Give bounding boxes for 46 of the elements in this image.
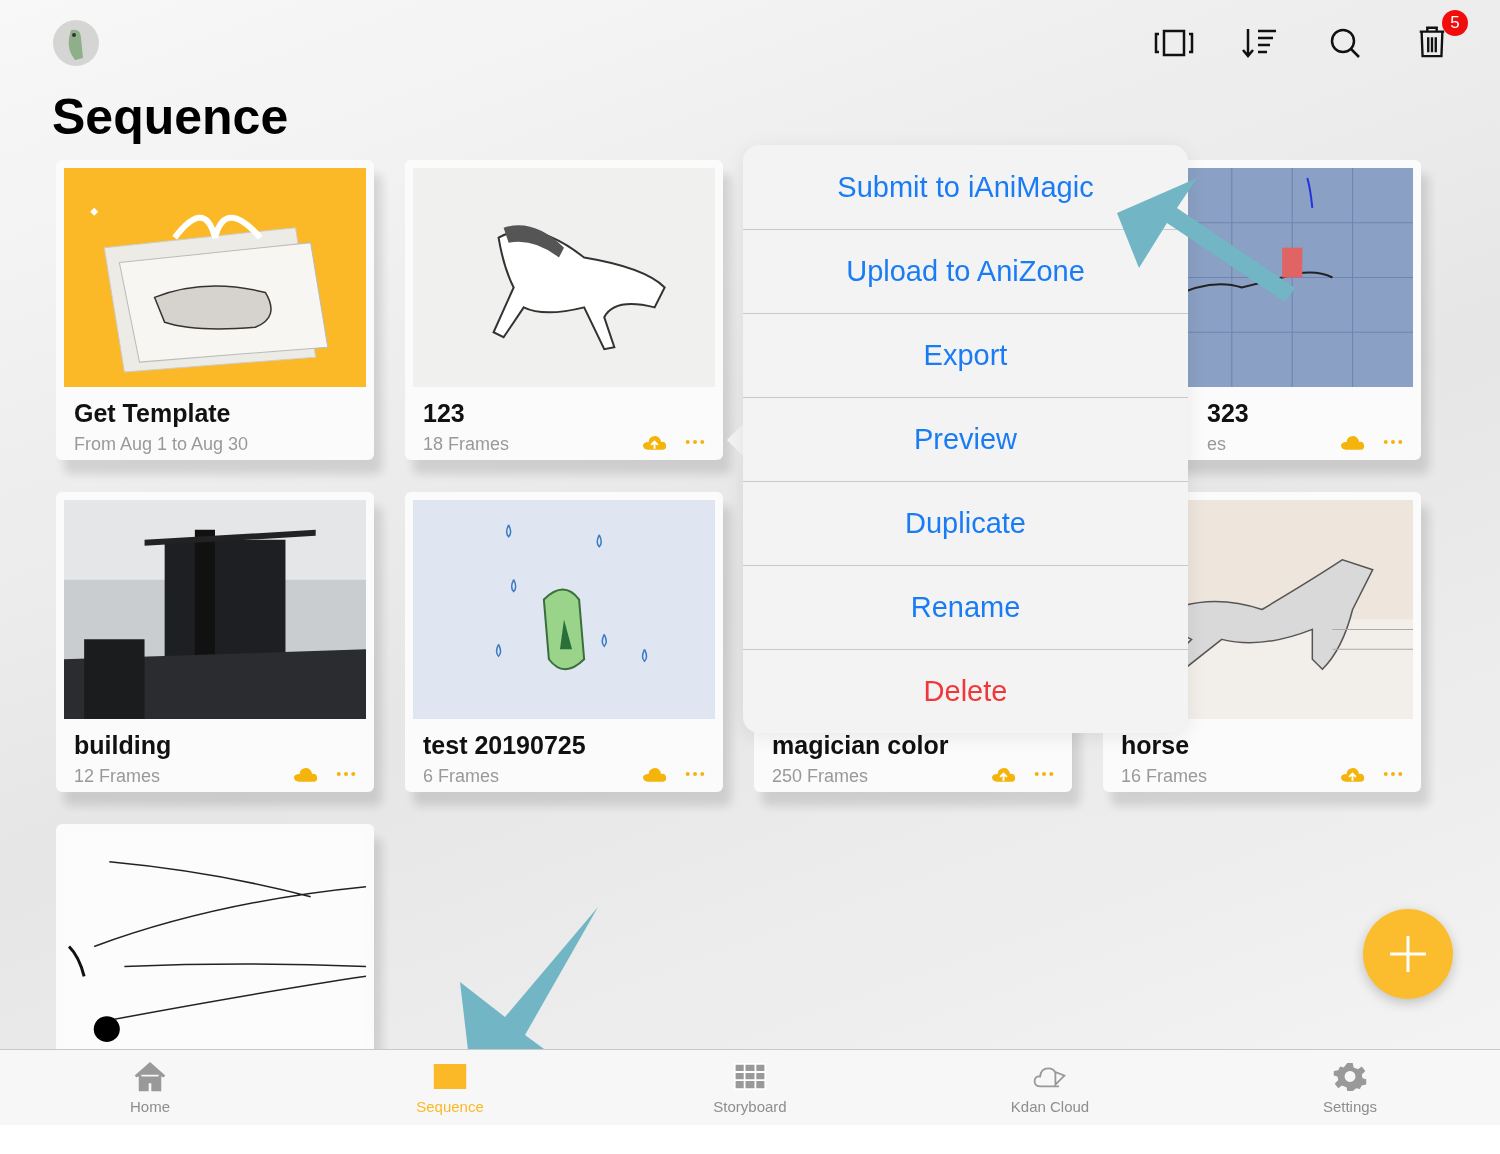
sequence-card[interactable]: building 12 Frames [56,492,374,792]
card-subtitle: 250 Frames [772,766,870,787]
menu-item[interactable]: Delete [743,649,1188,733]
card-title: 323 [1207,399,1250,428]
card-subtitle: 6 Frames [423,766,501,787]
card-subtitle: 16 Frames [1121,766,1209,787]
card-subtitle: From Aug 1 to Aug 30 [74,434,250,455]
add-button[interactable] [1362,908,1454,1000]
page-title: Sequence [52,88,290,147]
more-icon[interactable] [685,439,705,445]
menu-item[interactable]: Preview [743,397,1188,481]
card-title: magician color [772,731,950,760]
tab-item[interactable]: Settings [1200,1050,1500,1125]
card-subtitle: 18 Frames [423,434,511,455]
cloud-upload-icon[interactable] [1340,765,1365,783]
cloud-icon[interactable] [642,765,667,783]
sequence-card[interactable]: 123 18 Frames [405,160,723,460]
avatar-icon[interactable] [53,20,99,66]
more-icon[interactable] [1034,771,1054,777]
card-title: test 20190725 [423,731,587,760]
more-icon[interactable] [336,771,356,777]
card-title: 123 [423,399,466,428]
more-icon[interactable] [1383,439,1403,445]
card-subtitle: 12 Frames [74,766,162,787]
card-subtitle: es [1207,434,1227,455]
menu-item[interactable]: Duplicate [743,481,1188,565]
sequence-card[interactable]: Get Template From Aug 1 to Aug 30 [56,160,374,460]
tab-item[interactable]: Kdan Cloud [900,1050,1200,1125]
menu-item[interactable]: Export [743,313,1188,397]
more-icon[interactable] [685,771,705,777]
home-icon [132,1060,168,1092]
card-title: Get Template [74,399,232,428]
trash-badge: 5 [1442,10,1468,36]
grid-icon [732,1060,768,1092]
cloud-upload-icon[interactable] [991,765,1016,783]
cloud-icon[interactable] [1340,433,1365,451]
menu-item[interactable]: Rename [743,565,1188,649]
cloud-upload-icon[interactable] [642,433,667,451]
card-title: horse [1121,731,1191,760]
card-title: building [74,731,173,760]
tab-item[interactable]: Storyboard [600,1050,900,1125]
gear-icon [1332,1060,1368,1092]
more-icon[interactable] [1383,771,1403,777]
cloud-icon[interactable] [293,765,318,783]
tab-item[interactable]: Home [0,1050,300,1125]
sequence-card[interactable]: test 20190725 6 Frames [405,492,723,792]
